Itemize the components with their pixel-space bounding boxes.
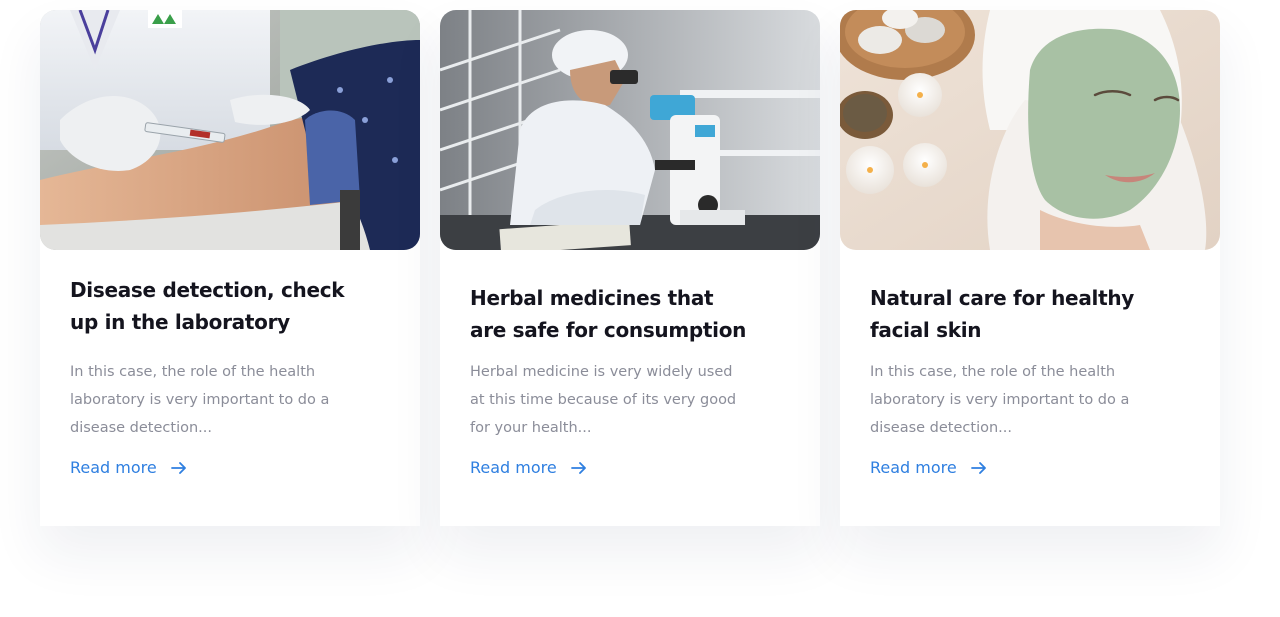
microscope-researcher-photo	[440, 10, 820, 250]
card-excerpt: In this case, the role of the health lab…	[70, 364, 330, 436]
card-excerpt: Herbal medicine is very widely used at t…	[470, 364, 737, 436]
card-title[interactable]: Disease detection, check up in the labor…	[70, 274, 350, 338]
card-image-facial-mask[interactable]	[840, 10, 1220, 250]
card-image-microscope[interactable]	[440, 10, 820, 250]
read-more-link[interactable]: Read more	[470, 458, 587, 477]
article-card-facial-skin: Natural care for healthy facial skin In …	[840, 10, 1220, 526]
card-excerpt: In this case, the role of the health lab…	[870, 364, 1130, 436]
read-more-label: Read more	[870, 458, 957, 477]
article-card-herbal-medicines: Herbal medicines that are safe for consu…	[440, 10, 820, 526]
article-card-lab-checkup: Disease detection, check up in the labor…	[40, 10, 420, 526]
read-more-link[interactable]: Read more	[70, 458, 187, 477]
read-more-link[interactable]: Read more	[870, 458, 987, 477]
facial-mask-spa-photo	[840, 10, 1220, 250]
arrow-right-icon	[170, 461, 186, 474]
read-more-label: Read more	[70, 458, 157, 477]
arrow-right-icon	[970, 461, 986, 474]
card-title[interactable]: Herbal medicines that are safe for consu…	[470, 282, 750, 346]
card-image-blood-draw[interactable]	[40, 10, 420, 250]
article-cards: Disease detection, check up in the labor…	[40, 10, 1220, 526]
read-more-label: Read more	[470, 458, 557, 477]
arrow-right-icon	[570, 461, 586, 474]
blood-draw-photo	[40, 10, 420, 250]
card-title[interactable]: Natural care for healthy facial skin	[870, 282, 1150, 346]
